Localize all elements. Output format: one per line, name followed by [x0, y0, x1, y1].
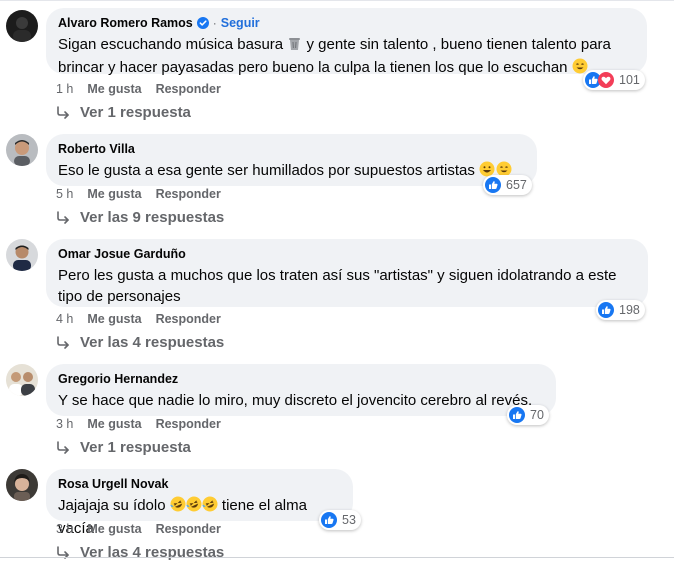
comment-actions: 5 h Me gusta Responder — [56, 187, 221, 201]
comment-text-part: Eso le gusta a esa gente ser humillados … — [58, 162, 480, 179]
reaction-count: 70 — [530, 408, 544, 422]
view-replies-link[interactable]: Ver las 9 respuestas — [56, 209, 224, 226]
comment-bubble: Gregorio Hernandez Y se hace que nadie l… — [46, 364, 556, 416]
rofl-emoji-icon — [170, 496, 186, 518]
reply-button[interactable]: Responder — [156, 417, 221, 431]
reply-button[interactable]: Responder — [156, 312, 221, 326]
author-name[interactable]: Roberto Villa — [58, 142, 135, 156]
comment-bubble: Roberto Villa Eso le gusta a esa gente s… — [46, 134, 537, 186]
comment-actions: 3 h Me gusta Responder — [56, 522, 221, 536]
author-name[interactable]: Omar Josue Garduño — [58, 247, 186, 261]
avatar-image — [6, 10, 38, 42]
avatar-image — [6, 239, 38, 271]
view-replies-link[interactable]: Ver 1 respuesta — [56, 439, 191, 456]
reactions-summary[interactable]: 53 — [319, 510, 361, 530]
reactions-summary[interactable]: 657 — [483, 175, 532, 195]
timestamp[interactable]: 3 h — [56, 417, 73, 431]
timestamp[interactable]: 5 h — [56, 187, 73, 201]
comment-text-part: Sigan escuchando música basura — [58, 36, 288, 53]
comment-bubble: Rosa Urgell Novak Jajajaja su ídolo tien… — [46, 469, 353, 537]
timestamp[interactable]: 3 h — [56, 522, 73, 536]
comment-actions: 4 h Me gusta Responder — [56, 312, 221, 326]
reply-arrow-icon — [57, 335, 69, 349]
like-reaction-icon — [321, 512, 337, 528]
follow-button[interactable]: Seguir — [221, 16, 260, 30]
comment-text-part: Jajajaja su ídolo — [58, 497, 170, 514]
avatar[interactable] — [6, 10, 38, 42]
avatar-image — [6, 469, 38, 501]
rofl-emoji-icon — [186, 496, 202, 518]
separator-dot: · — [212, 16, 217, 30]
like-button[interactable]: Me gusta — [87, 82, 141, 96]
like-reaction-icon — [598, 302, 614, 318]
reply-button[interactable]: Responder — [156, 187, 221, 201]
like-reaction-icon — [485, 177, 501, 193]
comment-bubble: Omar Josue Garduño Pero les gusta a much… — [46, 239, 648, 307]
reactions-summary[interactable]: 101 — [583, 70, 645, 90]
author-name[interactable]: Alvaro Romero Ramos — [58, 16, 193, 30]
trash-can-emoji-icon — [287, 35, 302, 57]
like-reaction-icon — [509, 407, 525, 423]
reaction-count: 101 — [619, 73, 640, 87]
view-replies-label: Ver las 4 respuestas — [80, 544, 225, 561]
author-name[interactable]: Gregorio Hernandez — [58, 372, 178, 386]
reaction-count: 198 — [619, 303, 640, 317]
bottom-divider — [0, 557, 674, 558]
reply-arrow-icon — [57, 105, 69, 119]
like-button[interactable]: Me gusta — [87, 522, 141, 536]
comment-actions: 3 h Me gusta Responder — [56, 417, 221, 431]
comment-bubble: Alvaro Romero Ramos · Seguir Sigan escuc… — [46, 8, 647, 76]
love-reaction-icon — [598, 72, 614, 88]
like-button[interactable]: Me gusta — [87, 312, 141, 326]
top-divider — [0, 0, 674, 1]
comment-actions: 1 h Me gusta Responder — [56, 82, 221, 96]
reply-arrow-icon — [57, 210, 69, 224]
view-replies-link[interactable]: Ver las 4 respuestas — [56, 544, 224, 561]
comment-text: Y se hace que nadie lo miro, muy discret… — [58, 392, 533, 409]
like-button[interactable]: Me gusta — [87, 417, 141, 431]
reaction-count: 53 — [342, 513, 356, 527]
view-replies-label: Ver las 9 respuestas — [80, 209, 225, 226]
reply-arrow-icon — [57, 440, 69, 454]
comment-text: Pero les gusta a muchos que los traten a… — [58, 267, 617, 305]
avatar-image — [6, 364, 38, 396]
author-name[interactable]: Rosa Urgell Novak — [58, 477, 168, 491]
rofl-emoji-icon — [202, 496, 218, 518]
reply-button[interactable]: Responder — [156, 82, 221, 96]
comment-text: Sigan escuchando música basura y gente s… — [58, 34, 635, 80]
reactions-summary[interactable]: 198 — [596, 300, 645, 320]
view-replies-link[interactable]: Ver 1 respuesta — [56, 104, 191, 121]
view-replies-label: Ver 1 respuesta — [80, 439, 191, 456]
avatar[interactable] — [6, 364, 38, 396]
timestamp[interactable]: 4 h — [56, 312, 73, 326]
view-replies-label: Ver las 4 respuestas — [80, 334, 225, 351]
reactions-summary[interactable]: 70 — [507, 405, 549, 425]
avatar[interactable] — [6, 239, 38, 271]
verified-badge-icon — [196, 17, 209, 29]
avatar-image — [6, 134, 38, 166]
comment-text: Eso le gusta a esa gente ser humillados … — [58, 160, 525, 183]
avatar[interactable] — [6, 134, 38, 166]
comments-panel: Alvaro Romero Ramos · Seguir Sigan escuc… — [0, 0, 674, 568]
view-replies-label: Ver 1 respuesta — [80, 104, 191, 121]
view-replies-link[interactable]: Ver las 4 respuestas — [56, 334, 224, 351]
reply-button[interactable]: Responder — [156, 522, 221, 536]
reaction-count: 657 — [506, 178, 527, 192]
timestamp[interactable]: 1 h — [56, 82, 73, 96]
like-button[interactable]: Me gusta — [87, 187, 141, 201]
avatar[interactable] — [6, 469, 38, 501]
